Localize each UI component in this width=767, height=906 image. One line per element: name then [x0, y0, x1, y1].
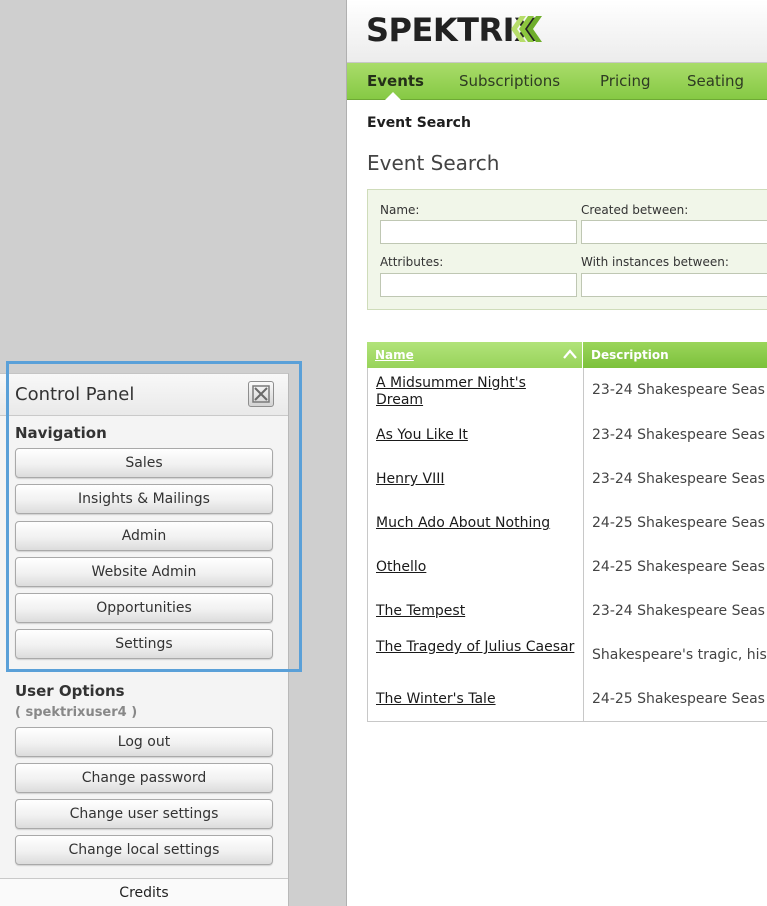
table-row: Henry VIII 23-24 Shakespeare Seas	[368, 456, 767, 500]
page-title: Event Search	[367, 151, 500, 175]
event-name-link[interactable]: As You Like It	[376, 427, 576, 444]
insights-mailings-button[interactable]: Insights & Mailings	[15, 484, 273, 514]
sales-button[interactable]: Sales	[15, 448, 273, 478]
credits-link[interactable]: Credits	[0, 878, 288, 906]
event-description: 23-24 Shakespeare Seas	[592, 382, 765, 398]
name-input[interactable]	[380, 220, 577, 244]
close-icon	[252, 385, 270, 403]
app-window: SPEKTRIX Events Subscriptions Pricing Se…	[346, 0, 767, 906]
table-row: The Tempest 23-24 Shakespeare Seas	[368, 588, 767, 632]
website-admin-button[interactable]: Website Admin	[15, 557, 273, 587]
attributes-label: Attributes:	[380, 255, 444, 269]
table-row: The Winter's Tale 24-25 Shakespeare Seas	[368, 676, 767, 720]
event-search-form: Name: Created between: Attributes: With …	[367, 189, 767, 310]
table-row: As You Like It 23-24 Shakespeare Seas	[368, 412, 767, 456]
close-button[interactable]	[248, 381, 274, 407]
event-description: 23-24 Shakespeare Seas	[592, 471, 765, 487]
event-name-link[interactable]: The Tragedy of Julius Caesar	[376, 639, 576, 656]
event-name-link[interactable]: Henry VIII	[376, 471, 576, 488]
tab-seating[interactable]: Seating	[687, 72, 744, 90]
event-description: 24-25 Shakespeare Seas	[592, 559, 765, 575]
control-panel-title: Control Panel	[15, 384, 135, 405]
event-description: 24-25 Shakespeare Seas	[592, 691, 765, 707]
name-column-header[interactable]: Name	[367, 342, 583, 368]
user-options-heading: User Options	[15, 682, 125, 700]
table-row: The Tragedy of Julius Caesar Shakespeare…	[368, 632, 767, 676]
attributes-input[interactable]	[380, 273, 577, 297]
created-between-label: Created between:	[581, 203, 689, 217]
change-user-settings-button[interactable]: Change user settings	[15, 799, 273, 829]
active-tab-indicator	[385, 92, 401, 100]
breadcrumb: Event Search	[367, 115, 471, 131]
name-label: Name:	[380, 203, 420, 217]
event-name-link[interactable]: The Tempest	[376, 603, 576, 620]
with-instances-between-label: With instances between:	[581, 255, 729, 269]
log-out-button[interactable]: Log out	[15, 727, 273, 757]
tab-pricing[interactable]: Pricing	[600, 72, 651, 90]
control-panel: Control Panel Navigation Sales Insights …	[0, 373, 289, 906]
opportunities-button[interactable]: Opportunities	[15, 593, 273, 623]
table-row: Othello 24-25 Shakespeare Seas	[368, 544, 767, 588]
main-nav: Events Subscriptions Pricing Seating	[347, 63, 767, 100]
username-label: ( spektrixuser4 )	[15, 705, 138, 720]
chevron-logo-icon	[511, 16, 542, 42]
table-header: Name Description	[367, 342, 767, 368]
admin-button[interactable]: Admin	[15, 521, 273, 551]
event-name-link[interactable]: Othello	[376, 559, 576, 576]
event-name-link[interactable]: A Midsummer Night's Dream	[376, 375, 576, 409]
name-column-label[interactable]: Name	[375, 348, 414, 362]
event-description: Shakespeare's tragic, his	[592, 647, 767, 663]
control-panel-header: Control Panel	[0, 374, 288, 416]
sort-ascending-icon[interactable]	[563, 349, 577, 359]
event-name-link[interactable]: Much Ado About Nothing	[376, 515, 576, 532]
event-description: 24-25 Shakespeare Seas	[592, 515, 765, 531]
navigation-heading: Navigation	[15, 424, 107, 442]
settings-button[interactable]: Settings	[15, 629, 273, 659]
change-local-settings-button[interactable]: Change local settings	[15, 835, 273, 865]
event-description: 23-24 Shakespeare Seas	[592, 427, 765, 443]
description-column-label[interactable]: Description	[591, 348, 669, 362]
with-instances-between-input[interactable]	[581, 273, 767, 297]
events-table: Name Description A Midsummer Night's Dre…	[367, 342, 767, 722]
tab-subscriptions[interactable]: Subscriptions	[459, 72, 560, 90]
table-row: A Midsummer Night's Dream 23-24 Shakespe…	[368, 368, 767, 412]
created-between-input[interactable]	[581, 220, 767, 244]
event-name-link[interactable]: The Winter's Tale	[376, 691, 576, 708]
app-header: SPEKTRIX	[347, 0, 767, 63]
change-password-button[interactable]: Change password	[15, 763, 273, 793]
event-description: 23-24 Shakespeare Seas	[592, 603, 765, 619]
tab-events[interactable]: Events	[367, 72, 424, 90]
table-row: Much Ado About Nothing 24-25 Shakespeare…	[368, 500, 767, 544]
